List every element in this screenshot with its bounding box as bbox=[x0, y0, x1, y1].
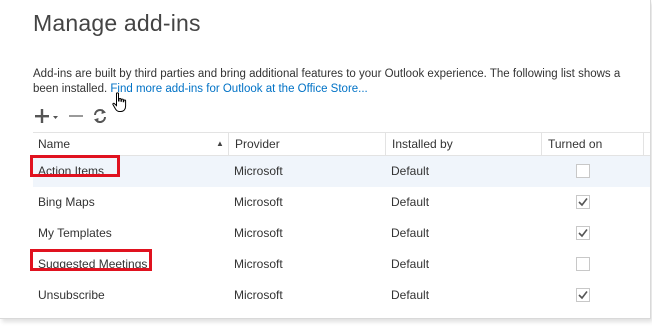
addin-installed-by: Default bbox=[391, 226, 430, 240]
addin-installed-by: Default bbox=[391, 288, 430, 302]
turned-on-checkbox[interactable] bbox=[576, 288, 590, 302]
highlight-box-action-items bbox=[30, 155, 120, 177]
addins-table: Name ▲ Provider Installed by Turned on A… bbox=[30, 132, 650, 311]
column-header-name[interactable]: Name bbox=[38, 133, 70, 155]
column-header-turned-on[interactable]: Turned on bbox=[541, 133, 602, 155]
description-line-1: Add-ins are built by third parties and b… bbox=[33, 68, 621, 80]
table-row[interactable]: My Templates Microsoft Default bbox=[33, 218, 650, 249]
turned-on-checkbox[interactable] bbox=[576, 164, 590, 178]
column-header-installed-by[interactable]: Installed by bbox=[385, 133, 453, 155]
addin-installed-by: Default bbox=[391, 164, 430, 178]
turned-on-checkbox[interactable] bbox=[576, 226, 590, 240]
addin-installed-by: Default bbox=[391, 257, 430, 271]
description-line-2-text: been installed. bbox=[33, 83, 111, 95]
addin-provider: Microsoft bbox=[234, 257, 283, 271]
column-header-provider[interactable]: Provider bbox=[228, 133, 280, 155]
addin-provider: Microsoft bbox=[234, 226, 283, 240]
addins-toolbar bbox=[33, 106, 153, 126]
page-title: Manage add-ins bbox=[33, 10, 201, 36]
addin-installed-by: Default bbox=[391, 195, 430, 209]
sort-ascending-icon: ▲ bbox=[216, 139, 224, 148]
checkmark-icon bbox=[578, 229, 588, 238]
addin-provider: Microsoft bbox=[234, 288, 283, 302]
plus-icon[interactable] bbox=[33, 106, 63, 126]
table-row[interactable]: Unsubscribe Microsoft Default bbox=[33, 280, 650, 311]
checkmark-icon bbox=[578, 291, 588, 300]
addin-name: Bing Maps bbox=[38, 195, 95, 209]
column-header-end bbox=[643, 133, 650, 155]
table-row[interactable]: Bing Maps Microsoft Default bbox=[33, 187, 650, 218]
checkmark-icon bbox=[578, 198, 588, 207]
office-store-link[interactable]: Find more add-ins for Outlook at the Off… bbox=[110, 83, 367, 95]
highlight-box-suggested-meetings bbox=[30, 249, 152, 271]
table-header: Name ▲ Provider Installed by Turned on bbox=[33, 132, 650, 156]
turned-on-checkbox[interactable] bbox=[576, 195, 590, 209]
addin-provider: Microsoft bbox=[234, 164, 283, 178]
addin-name: My Templates bbox=[38, 226, 112, 240]
addin-name: Unsubscribe bbox=[38, 288, 105, 302]
table-body: Action Items Microsoft Default Bing Maps… bbox=[33, 156, 650, 311]
refresh-icon[interactable] bbox=[92, 107, 108, 125]
caret-down-icon bbox=[53, 116, 58, 119]
minus-icon[interactable] bbox=[68, 106, 84, 126]
turned-on-checkbox[interactable] bbox=[576, 257, 590, 271]
addin-provider: Microsoft bbox=[234, 195, 283, 209]
table-row[interactable]: Action Items Microsoft Default bbox=[33, 156, 650, 187]
manage-addins-panel: Manage add-ins Add-ins are built by thir… bbox=[0, 0, 651, 319]
